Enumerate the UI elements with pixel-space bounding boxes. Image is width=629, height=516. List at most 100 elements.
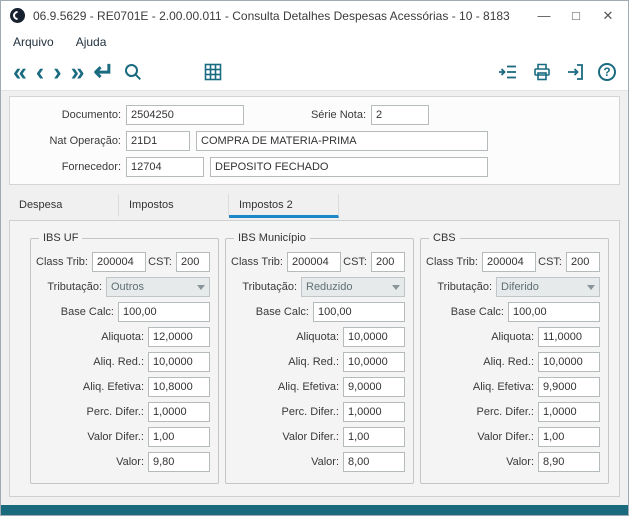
cbs-class-trib-input[interactable]	[482, 252, 536, 272]
ibs-municipio-aliq-efetiva-label: Aliq. Efetiva:	[277, 381, 339, 393]
cbs-aliq-red-input[interactable]	[538, 352, 600, 372]
ibs-municipio-base-calc-label: Base Calc:	[255, 306, 309, 318]
ibs-municipio-perc-difer-input[interactable]	[343, 402, 405, 422]
group-ibs-municipio: IBS Município Class Trib: CST: Tributaçã…	[225, 232, 414, 484]
fornecedor-code-input[interactable]	[126, 156, 204, 177]
fornecedor-desc-input[interactable]	[210, 156, 488, 177]
help-icon[interactable]: ?	[598, 62, 616, 81]
maximize-button[interactable]: □	[560, 1, 592, 30]
cbs-aliquota-input[interactable]	[538, 327, 600, 347]
window-title: 06.9.5629 - RE0701E - 2.00.00.011 - Cons…	[33, 8, 510, 23]
ibs-uf-valor-label: Valor:	[116, 456, 144, 468]
titlebar: 06.9.5629 - RE0701E - 2.00.00.011 - Cons…	[1, 1, 628, 30]
close-button[interactable]: ✕	[592, 1, 624, 30]
menu-ajuda[interactable]: Ajuda	[76, 35, 107, 49]
serie-nota-label: Série Nota:	[310, 108, 366, 121]
cbs-aliquota-label: Aliquota:	[491, 331, 534, 343]
group-cbs-title: CBS	[429, 232, 460, 244]
tab-despesa[interactable]: Despesa	[9, 194, 119, 218]
cbs-cst-input[interactable]	[566, 252, 600, 272]
ibs-municipio-aliquota-input[interactable]	[343, 327, 405, 347]
ibs-uf-tributacao-select[interactable]: Outros	[106, 277, 210, 297]
cbs-aliq-efetiva-label: Aliq. Efetiva:	[472, 381, 534, 393]
documento-input[interactable]	[126, 104, 244, 125]
cbs-aliq-red-label: Aliq. Red.:	[483, 356, 534, 368]
cbs-base-calc-input[interactable]	[508, 302, 600, 322]
ibs-municipio-aliq-efetiva-input[interactable]	[343, 377, 405, 397]
documento-label: Documento:	[61, 108, 121, 121]
documento-row: Documento: Série Nota:	[16, 104, 613, 125]
tab-impostos-2[interactable]: Impostos 2	[229, 194, 339, 218]
cbs-perc-difer-input[interactable]	[538, 402, 600, 422]
cbs-aliq-efetiva-input[interactable]	[538, 377, 600, 397]
ibs-municipio-valor-difer-input[interactable]	[343, 427, 405, 447]
chevron-down-icon	[587, 284, 595, 290]
ibs-uf-valor-input[interactable]	[148, 452, 210, 472]
cbs-valor-difer-input[interactable]	[538, 427, 600, 447]
cbs-tributacao-select[interactable]: Diferido	[496, 277, 600, 297]
tab-strip: Despesa Impostos Impostos 2	[9, 194, 620, 218]
status-bar	[1, 505, 628, 515]
next-record-icon[interactable]: ›	[53, 59, 61, 84]
return-icon[interactable]: ↵	[93, 59, 114, 84]
ibs-municipio-cst-label: CST:	[343, 256, 367, 268]
ibs-uf-class-trib-label: Class Trib:	[36, 256, 88, 268]
ibs-municipio-valor-input[interactable]	[343, 452, 405, 472]
toolbar: « ‹ › » ↵ ?	[1, 53, 628, 91]
document-header-panel: Documento: Série Nota: Nat Operação: For…	[9, 96, 620, 185]
ibs-municipio-base-calc-input[interactable]	[313, 302, 405, 322]
cbs-cst-label: CST:	[538, 256, 562, 268]
toolbar-right-group: ?	[497, 62, 616, 82]
cbs-perc-difer-label: Perc. Difer.:	[476, 406, 534, 418]
export-icon[interactable]	[497, 62, 519, 82]
serie-nota-input[interactable]	[371, 104, 429, 125]
first-record-icon[interactable]: «	[13, 59, 27, 84]
ibs-uf-valor-difer-input[interactable]	[148, 427, 210, 447]
nat-operacao-code-input[interactable]	[126, 130, 190, 151]
ibs-uf-base-calc-input[interactable]	[118, 302, 210, 322]
group-ibs-municipio-title: IBS Município	[234, 232, 310, 244]
ibs-municipio-cst-input[interactable]	[371, 252, 405, 272]
ibs-uf-tributacao-value: Outros	[111, 281, 145, 293]
ibs-uf-cst-input[interactable]	[176, 252, 210, 272]
ibs-municipio-class-trib-label: Class Trib:	[231, 256, 283, 268]
group-cbs: CBS Class Trib: CST: Tributação: Diferid…	[420, 232, 609, 484]
print-icon[interactable]	[532, 62, 552, 82]
menu-arquivo[interactable]: Arquivo	[13, 35, 54, 49]
ibs-uf-valor-difer-label: Valor Difer.:	[87, 431, 144, 443]
ibs-municipio-class-trib-input[interactable]	[287, 252, 341, 272]
ibs-municipio-tributacao-select[interactable]: Reduzido	[301, 277, 405, 297]
tab-impostos[interactable]: Impostos	[119, 194, 229, 218]
ibs-uf-aliq-red-input[interactable]	[148, 352, 210, 372]
cbs-valor-input[interactable]	[538, 452, 600, 472]
cbs-valor-difer-label: Valor Difer.:	[477, 431, 534, 443]
ibs-uf-aliquota-label: Aliquota:	[101, 331, 144, 343]
chevron-down-icon	[197, 284, 205, 290]
ibs-uf-perc-difer-input[interactable]	[148, 402, 210, 422]
ibs-uf-aliquota-input[interactable]	[148, 327, 210, 347]
ibs-municipio-aliq-red-input[interactable]	[343, 352, 405, 372]
nat-operacao-row: Nat Operação:	[16, 130, 613, 151]
app-icon	[10, 8, 25, 23]
search-icon[interactable]	[123, 62, 143, 82]
chevron-down-icon	[392, 284, 400, 290]
ibs-uf-aliq-efetiva-input[interactable]	[148, 377, 210, 397]
cbs-base-calc-label: Base Calc:	[450, 306, 504, 318]
cbs-valor-label: Valor:	[506, 456, 534, 468]
previous-record-icon[interactable]: ‹	[36, 59, 44, 84]
menubar: Arquivo Ajuda	[1, 30, 628, 53]
ibs-uf-aliq-red-label: Aliq. Red.:	[93, 356, 144, 368]
group-ibs-uf-title: IBS UF	[39, 232, 83, 244]
window-controls: — □ ✕	[528, 1, 624, 30]
last-record-icon[interactable]: »	[71, 59, 85, 84]
exit-icon[interactable]	[565, 62, 585, 82]
minimize-button[interactable]: —	[528, 1, 560, 30]
nat-operacao-desc-input[interactable]	[196, 130, 488, 151]
ibs-uf-class-trib-input[interactable]	[92, 252, 146, 272]
group-ibs-uf: IBS UF Class Trib: CST: Tributação: Outr…	[30, 232, 219, 484]
ibs-municipio-tributacao-label: Tributação:	[242, 281, 297, 293]
ibs-uf-cst-label: CST:	[148, 256, 172, 268]
grid-view-icon[interactable]	[203, 62, 223, 82]
ibs-uf-base-calc-label: Base Calc:	[60, 306, 114, 318]
impostos2-content: IBS UF Class Trib: CST: Tributação: Outr…	[9, 220, 620, 497]
